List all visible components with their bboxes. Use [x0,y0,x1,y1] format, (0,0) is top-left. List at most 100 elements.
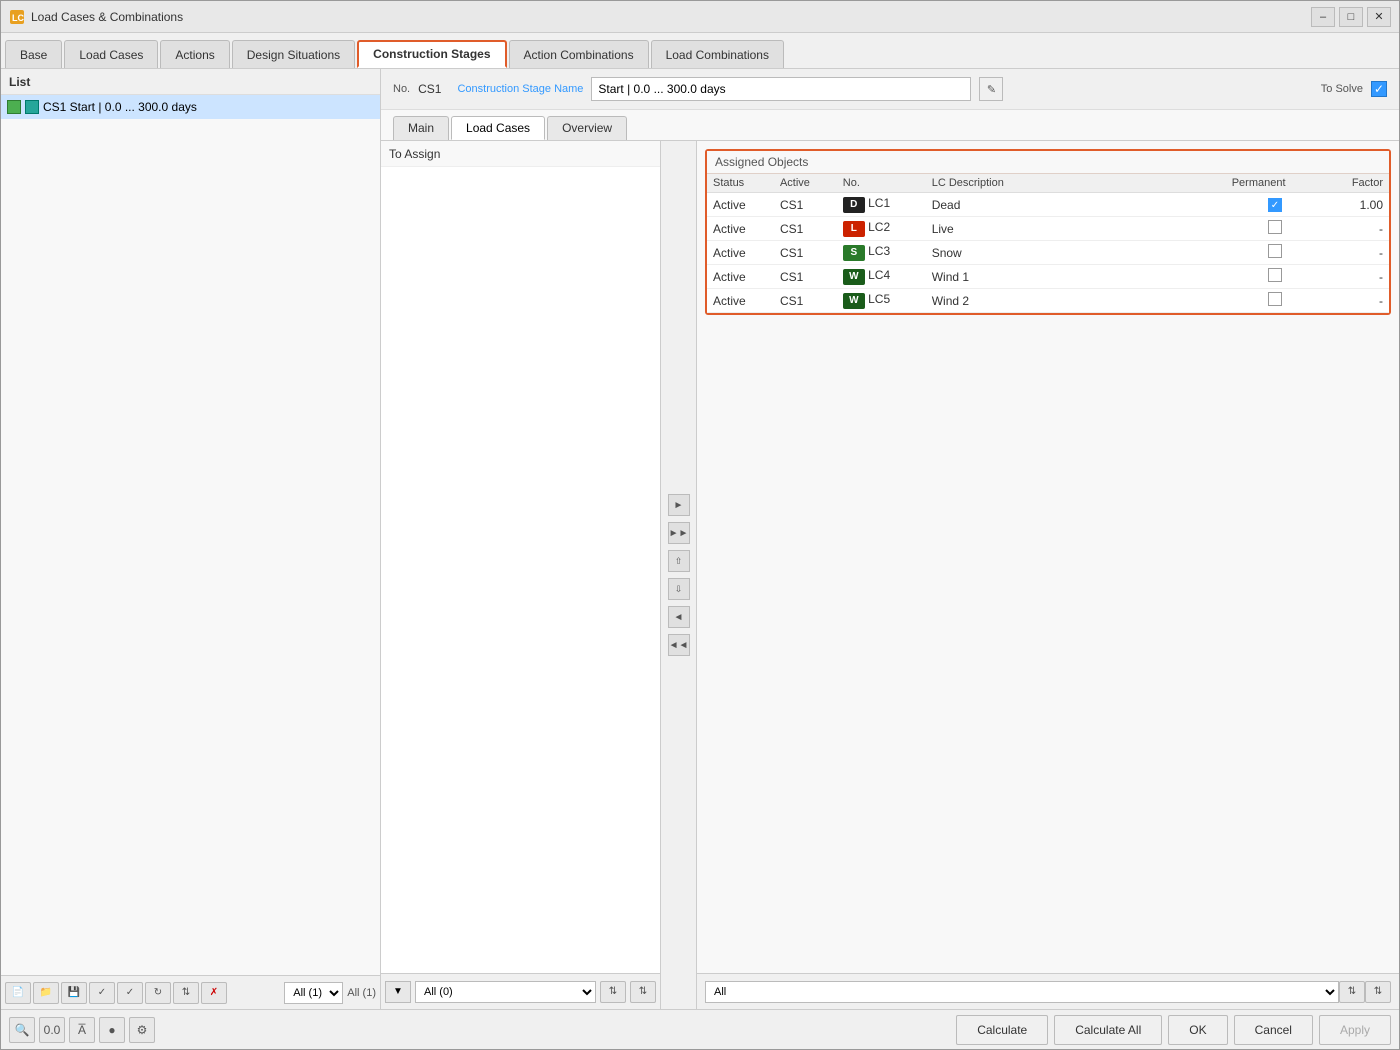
all-select: All (1) All (1) [284,982,376,1004]
move-down-button[interactable]: ⇩ [668,578,690,600]
calculate-all-button[interactable]: Calculate All [1054,1015,1162,1045]
list-content: CS1 Start | 0.0 ... 300.0 days [1,95,380,975]
cell-permanent[interactable]: ✓ [1226,193,1325,217]
check2-button[interactable]: ✓ [117,982,143,1004]
cell-permanent[interactable] [1226,265,1325,289]
move-left-button[interactable]: ◄ [668,606,690,628]
filter-button[interactable]: ▼ [385,981,411,1003]
assigned-sort2-button[interactable]: ⇅ [1365,981,1391,1003]
assign-bottom: ▼ All (0) ⇅ ⇅ [381,973,660,1009]
assigned-sort1-button[interactable]: ⇅ [1339,981,1365,1003]
cs-no-value: CS1 [418,82,441,96]
tab-load-combinations[interactable]: Load Combinations [651,40,784,68]
footer-text-button[interactable]: A̅ [69,1017,95,1043]
save-button[interactable]: 💾 [61,982,87,1004]
cell-status: Active [707,217,774,241]
permanent-checkbox-checked[interactable]: ✓ [1268,198,1282,212]
move-up-button[interactable]: ⇧ [668,550,690,572]
all-dropdown[interactable]: All (1) [284,982,343,1004]
check-button[interactable]: ✓ [89,982,115,1004]
cell-active: CS1 [774,265,837,289]
cell-description: Wind 1 [926,265,1226,289]
new-button[interactable]: 📄 [5,982,31,1004]
restore-button[interactable]: □ [1339,7,1363,27]
move-all-left-button[interactable]: ◄◄ [668,634,690,656]
inner-tab-load-cases[interactable]: Load Cases [451,116,545,140]
assign-panel: To Assign ▼ All (0) ⇅ ⇅ [381,141,661,1009]
table-row[interactable]: Active CS1 D LC1 Dead ✓ 1.00 [707,193,1389,217]
calculate-button[interactable]: Calculate [956,1015,1048,1045]
footer-num-button[interactable]: 0.0 [39,1017,65,1043]
inner-tab-bar: Main Load Cases Overview [381,110,1399,141]
assign-dropdown[interactable]: All (0) [415,981,596,1003]
delete-button[interactable]: ✗ [201,982,227,1004]
assigned-rest [697,323,1399,973]
cancel-button[interactable]: Cancel [1234,1015,1313,1045]
refresh-button[interactable]: ↻ [145,982,171,1004]
assign-content [381,167,660,973]
lc-badge: D [843,197,865,213]
cs-no-group: No. CS1 [393,82,441,96]
table-row[interactable]: Active CS1 W LC5 Wind 2 - [707,289,1389,313]
app-icon: LC [9,9,25,25]
tab-construction-stages[interactable]: Construction Stages [357,40,506,68]
sort-button[interactable]: ⇅ [173,982,199,1004]
lc-badge: W [843,269,865,285]
assigned-dropdown[interactable]: All [705,981,1339,1003]
edit-button[interactable]: ✎ [979,77,1003,101]
assigned-objects-title: Assigned Objects [707,151,1389,174]
solve-checkbox[interactable]: ✓ [1371,81,1387,97]
footer-bar: 🔍 0.0 A̅ ● ⚙ Calculate Calculate All OK … [1,1009,1399,1049]
cs-solve-group: To Solve ✓ [1321,81,1387,97]
cell-badge: L LC2 [837,217,926,241]
tab-design-situations[interactable]: Design Situations [232,40,355,68]
left-panel: List CS1 Start | 0.0 ... 300.0 days 📄 📁 … [1,69,381,1009]
lc-badge: W [843,293,865,309]
list-item[interactable]: CS1 Start | 0.0 ... 300.0 days [1,95,380,119]
assign-sort1-button[interactable]: ⇅ [600,981,626,1003]
permanent-checkbox[interactable] [1268,244,1282,258]
move-right-button[interactable]: ► [668,494,690,516]
cell-permanent[interactable] [1226,289,1325,313]
assign-header: To Assign [381,141,660,167]
assigned-table: Status Active No. LC Description Permane… [707,174,1389,313]
list-toolbar: 📄 📁 💾 ✓ ✓ ↻ ⇅ ✗ All (1) All (1) [1,975,380,1009]
ok-button[interactable]: OK [1168,1015,1227,1045]
inner-tab-main[interactable]: Main [393,116,449,140]
table-row[interactable]: Active CS1 W LC4 Wind 1 - [707,265,1389,289]
tab-actions[interactable]: Actions [160,40,229,68]
col-no: No. [837,174,926,193]
footer-search-button[interactable]: 🔍 [9,1017,35,1043]
title-buttons: – □ ✕ [1311,7,1391,27]
minimize-button[interactable]: – [1311,7,1335,27]
tab-action-combinations[interactable]: Action Combinations [509,40,649,68]
move-all-right-button[interactable]: ►► [668,522,690,544]
assigned-panel: Assigned Objects Status Active No. LC De… [697,141,1399,1009]
assign-sort2-button[interactable]: ⇅ [630,981,656,1003]
table-row[interactable]: Active CS1 L LC2 Live - [707,217,1389,241]
cell-permanent[interactable] [1226,217,1325,241]
close-button[interactable]: ✕ [1367,7,1391,27]
permanent-checkbox[interactable] [1268,268,1282,282]
svg-text:LC: LC [12,13,24,23]
tab-load-cases[interactable]: Load Cases [64,40,158,68]
tab-base[interactable]: Base [5,40,62,68]
cell-permanent[interactable] [1226,241,1325,265]
inner-tab-overview[interactable]: Overview [547,116,627,140]
main-content: List CS1 Start | 0.0 ... 300.0 days 📄 📁 … [1,69,1399,1009]
permanent-checkbox[interactable] [1268,292,1282,306]
cell-active: CS1 [774,241,837,265]
col-lc-desc: LC Description [926,174,1226,193]
footer-gear-button[interactable]: ⚙ [129,1017,155,1043]
list-header: List [1,69,380,95]
cell-factor: - [1324,265,1389,289]
permanent-checkbox[interactable] [1268,220,1282,234]
footer-dot-button[interactable]: ● [99,1017,125,1043]
table-row[interactable]: Active CS1 S LC3 Snow - [707,241,1389,265]
open-button[interactable]: 📁 [33,982,59,1004]
right-panel: No. CS1 Construction Stage Name ✎ To Sol… [381,69,1399,1009]
title-bar: LC Load Cases & Combinations – □ ✕ [1,1,1399,33]
cell-description: Snow [926,241,1226,265]
apply-button[interactable]: Apply [1319,1015,1391,1045]
cs-name-input[interactable] [591,77,971,101]
